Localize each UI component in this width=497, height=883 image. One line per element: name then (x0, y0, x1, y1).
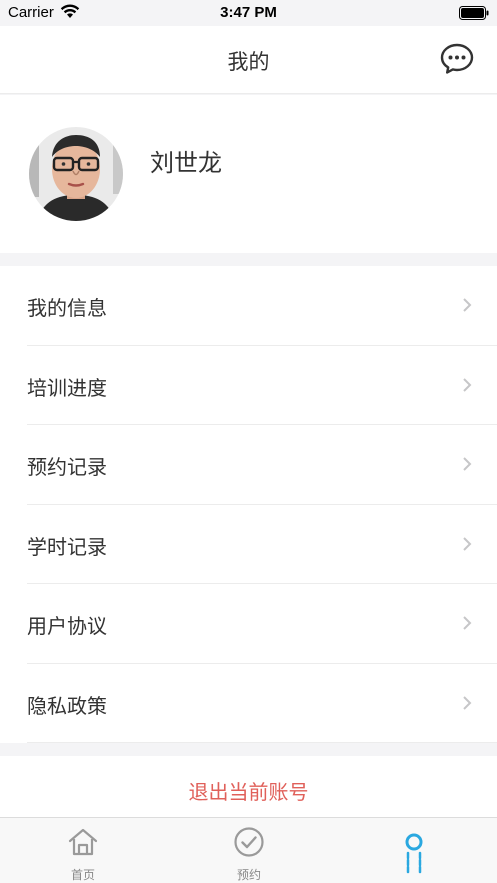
battery-icon (459, 6, 489, 20)
clock-time: 3:47 PM (220, 4, 277, 21)
menu-item-user-agreement[interactable]: 用户协议 (0, 584, 497, 664)
chevron-right-icon (463, 536, 472, 551)
menu-item-label: 隐私政策 (27, 693, 107, 718)
menu-item-label: 用户协议 (27, 614, 107, 638)
chat-bubble-icon[interactable] (439, 42, 475, 76)
logout-button[interactable]: 退出当前账号 (0, 756, 497, 818)
tab-booking[interactable]: 预约 (166, 818, 332, 883)
divider (27, 742, 497, 743)
menu-item-label: 预约记录 (27, 455, 107, 479)
chevron-right-icon (463, 298, 472, 312)
chevron-right-icon (463, 457, 472, 471)
menu-item-my-info[interactable]: 我的信息 (0, 266, 497, 346)
menu-item-label: 培训进度 (27, 375, 107, 400)
profile-icon (405, 833, 423, 874)
tab-label: 预约 (236, 868, 261, 882)
user-name: 刘世龙 (150, 149, 222, 177)
chevron-right-icon (463, 377, 472, 392)
tab-bar: 首页 预约 (0, 817, 497, 883)
avatar[interactable] (29, 127, 123, 221)
menu-item-study-hours[interactable]: 学时记录 (0, 505, 497, 584)
tab-label: 首页 (70, 868, 95, 882)
menu-item-privacy-policy[interactable]: 隐私政策 (0, 664, 497, 743)
status-bar: Carrier 3:47 PM (0, 0, 497, 26)
navigation-bar: 我的 (0, 26, 497, 94)
logout-label: 退出当前账号 (188, 780, 309, 804)
menu-item-label: 我的信息 (27, 296, 107, 320)
menu-item-booking-records[interactable]: 预约记录 (0, 425, 497, 505)
check-circle-icon (234, 827, 264, 857)
page-title: 我的 (227, 50, 270, 74)
chevron-right-icon (463, 695, 472, 710)
tab-home[interactable]: 首页 (0, 818, 166, 883)
menu-list: 我的信息 培训进度 预约记录 学时记录 用户协议 隐私政策 (0, 266, 497, 743)
avatar-image (29, 127, 123, 221)
home-icon (68, 828, 98, 856)
chevron-right-icon (463, 616, 472, 630)
profile-card: 刘世龙 (0, 95, 497, 253)
menu-item-training-progress[interactable]: 培训进度 (0, 346, 497, 425)
menu-item-label: 学时记录 (27, 534, 107, 559)
tab-profile[interactable] (331, 818, 497, 883)
